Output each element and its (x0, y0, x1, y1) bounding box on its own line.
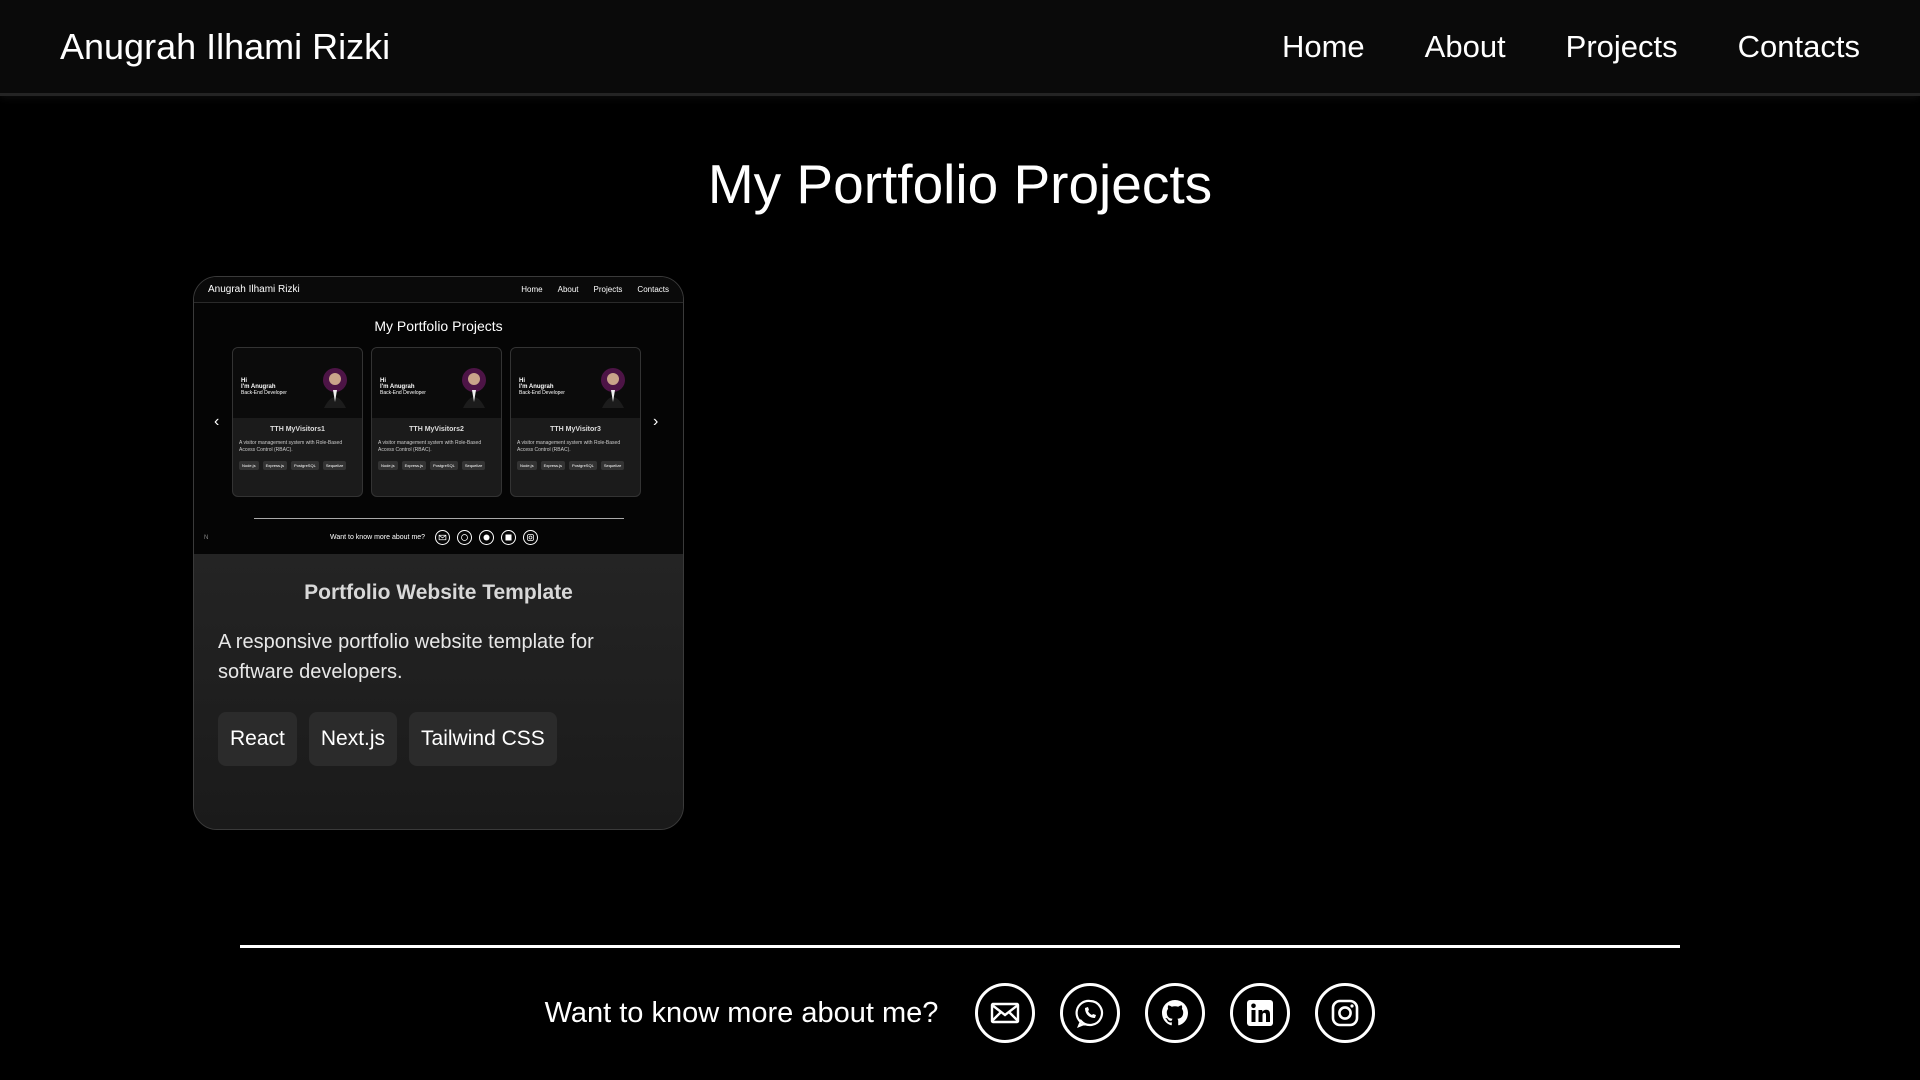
thumbnail-nav-about: About (557, 285, 579, 294)
thumbnail-card-role: Back-End Developer (241, 390, 287, 396)
thumbnail-nav-contacts: Contacts (637, 285, 669, 294)
thumbnail-card-desc: A visitor management system with Role-Ba… (517, 440, 621, 453)
thumbnail-github-icon (479, 530, 495, 545)
nav-home-link[interactable]: Home (1282, 29, 1365, 65)
nav-about-link[interactable]: About (1425, 29, 1506, 65)
page-title: My Portfolio Projects (707, 153, 1213, 215)
thumbnail-nav-home: Home (521, 285, 543, 294)
project-description: A responsive portfolio website template … (218, 631, 594, 683)
navbar: Anugrah Ilhami Rizki Home About Projects… (0, 0, 1920, 96)
thumbnail-card-hero: Hi I'm Anugrah Back-End Developer (233, 348, 362, 418)
tech-tag: Tailwind CSS (409, 712, 557, 766)
thumbnail-card-tag: Node.js (239, 461, 259, 470)
thumbnail-footer: Want to know more about me? (330, 530, 539, 545)
thumbnail-card-tag: Sequelize (322, 461, 347, 470)
thumbnail-card: Hi I'm Anugrah Back-End Developer TTH MyVi… (371, 347, 502, 497)
thumbnail-card-tag: Node.js (517, 461, 537, 470)
thumbnail-nav-links: Home About Projects Contacts (521, 285, 669, 294)
tech-tag: React (218, 712, 297, 766)
thumbnail-card-hero: Hi I'm Anugrah Back-End Developer (511, 348, 640, 418)
thumbnail-card-tag: Sequelize (461, 461, 486, 470)
thumbnail-card-hero: Hi I'm Anugrah Back-End Developer (372, 348, 501, 418)
thumbnail-instagram-icon (523, 530, 539, 545)
thumbnail-card-tag: Express.js (401, 461, 427, 470)
thumbnail-card: Hi I'm Anugrah Back-End Developer TTH MyVi… (510, 347, 641, 497)
project-thumbnail: Anugrah Ilhami Rizki Home About Projects… (194, 277, 683, 554)
thumbnail-card-role: Back-End Developer (380, 390, 426, 396)
instagram-icon[interactable] (1315, 983, 1376, 1043)
thumbnail-mail-icon (435, 530, 451, 545)
project-card[interactable]: Anugrah Ilhami Rizki Home About Projects… (193, 276, 684, 830)
thumbnail-card-desc: A visitor management system with Role-Ba… (239, 440, 343, 453)
thumbnail-divider (254, 518, 624, 519)
thumbnail-card: Hi I'm Anugrah Back-End Developer TTH MyVi… (232, 347, 363, 497)
person-photo-icon (323, 368, 347, 408)
thumbnail-linkedin-icon (501, 530, 517, 545)
mail-icon[interactable] (975, 983, 1036, 1043)
thumbnail-card-title: TTH MyVisitor3 (550, 426, 601, 433)
thumbnail-nav-projects: Projects (593, 285, 623, 294)
thumbnail-corner-mark: N (204, 535, 209, 541)
github-icon[interactable] (1145, 983, 1206, 1043)
project-card-body: Portfolio Website Template A responsive … (194, 554, 683, 829)
thumbnail-card-tag: Express.js (540, 461, 566, 470)
brand-name[interactable]: Anugrah Ilhami Rizki (60, 26, 390, 68)
thumbnail-card-title: TTH MyVisitors2 (409, 426, 464, 433)
thumbnail-prev-arrow-icon: ‹ (214, 413, 220, 430)
thumbnail-card-tag: PostgreSQL (430, 461, 458, 470)
thumbnail-navbar: Anugrah Ilhami Rizki Home About Projects… (194, 277, 683, 303)
thumbnail-card-desc: A visitor management system with Role-Ba… (378, 440, 482, 453)
nav-contacts-link[interactable]: Contacts (1738, 29, 1860, 65)
footer-text: Want to know more about me? (544, 996, 939, 1029)
whatsapp-icon[interactable] (1060, 983, 1121, 1043)
thumbnail-card-tag: Node.js (378, 461, 398, 470)
thumbnail-next-arrow-icon: › (653, 413, 659, 430)
project-title: Portfolio Website Template (304, 581, 573, 604)
nav-projects-link[interactable]: Projects (1566, 29, 1678, 65)
person-photo-icon (462, 368, 486, 408)
thumbnail-card-tag: PostgreSQL (291, 461, 319, 470)
thumbnail-card-tag: Sequelize (600, 461, 625, 470)
thumbnail-card-tag: Express.js (262, 461, 288, 470)
thumbnail-card-role: Back-End Developer (519, 390, 565, 396)
project-tags: React Next.js Tailwind CSS (218, 712, 659, 766)
person-photo-icon (601, 368, 625, 408)
nav-links: Home About Projects Contacts (1282, 29, 1860, 65)
thumbnail-card-title: TTH MyVisitors1 (270, 426, 325, 433)
thumbnail-whatsapp-icon (457, 530, 473, 545)
footer-divider (240, 945, 1680, 948)
thumbnail-card-tag: PostgreSQL (569, 461, 597, 470)
tech-tag: Next.js (308, 712, 398, 766)
thumbnail-carousel: Hi I'm Anugrah Back-End Developer TTH MyVi… (232, 347, 642, 497)
thumbnail-brand: Anugrah Ilhami Rizki (208, 284, 300, 295)
footer: Want to know more about me? (0, 980, 1920, 1046)
thumbnail-title: My Portfolio Projects (374, 318, 503, 334)
social-links (975, 983, 1376, 1043)
thumbnail-footer-text: Want to know more about me? (330, 534, 426, 541)
linkedin-icon[interactable] (1230, 983, 1291, 1043)
